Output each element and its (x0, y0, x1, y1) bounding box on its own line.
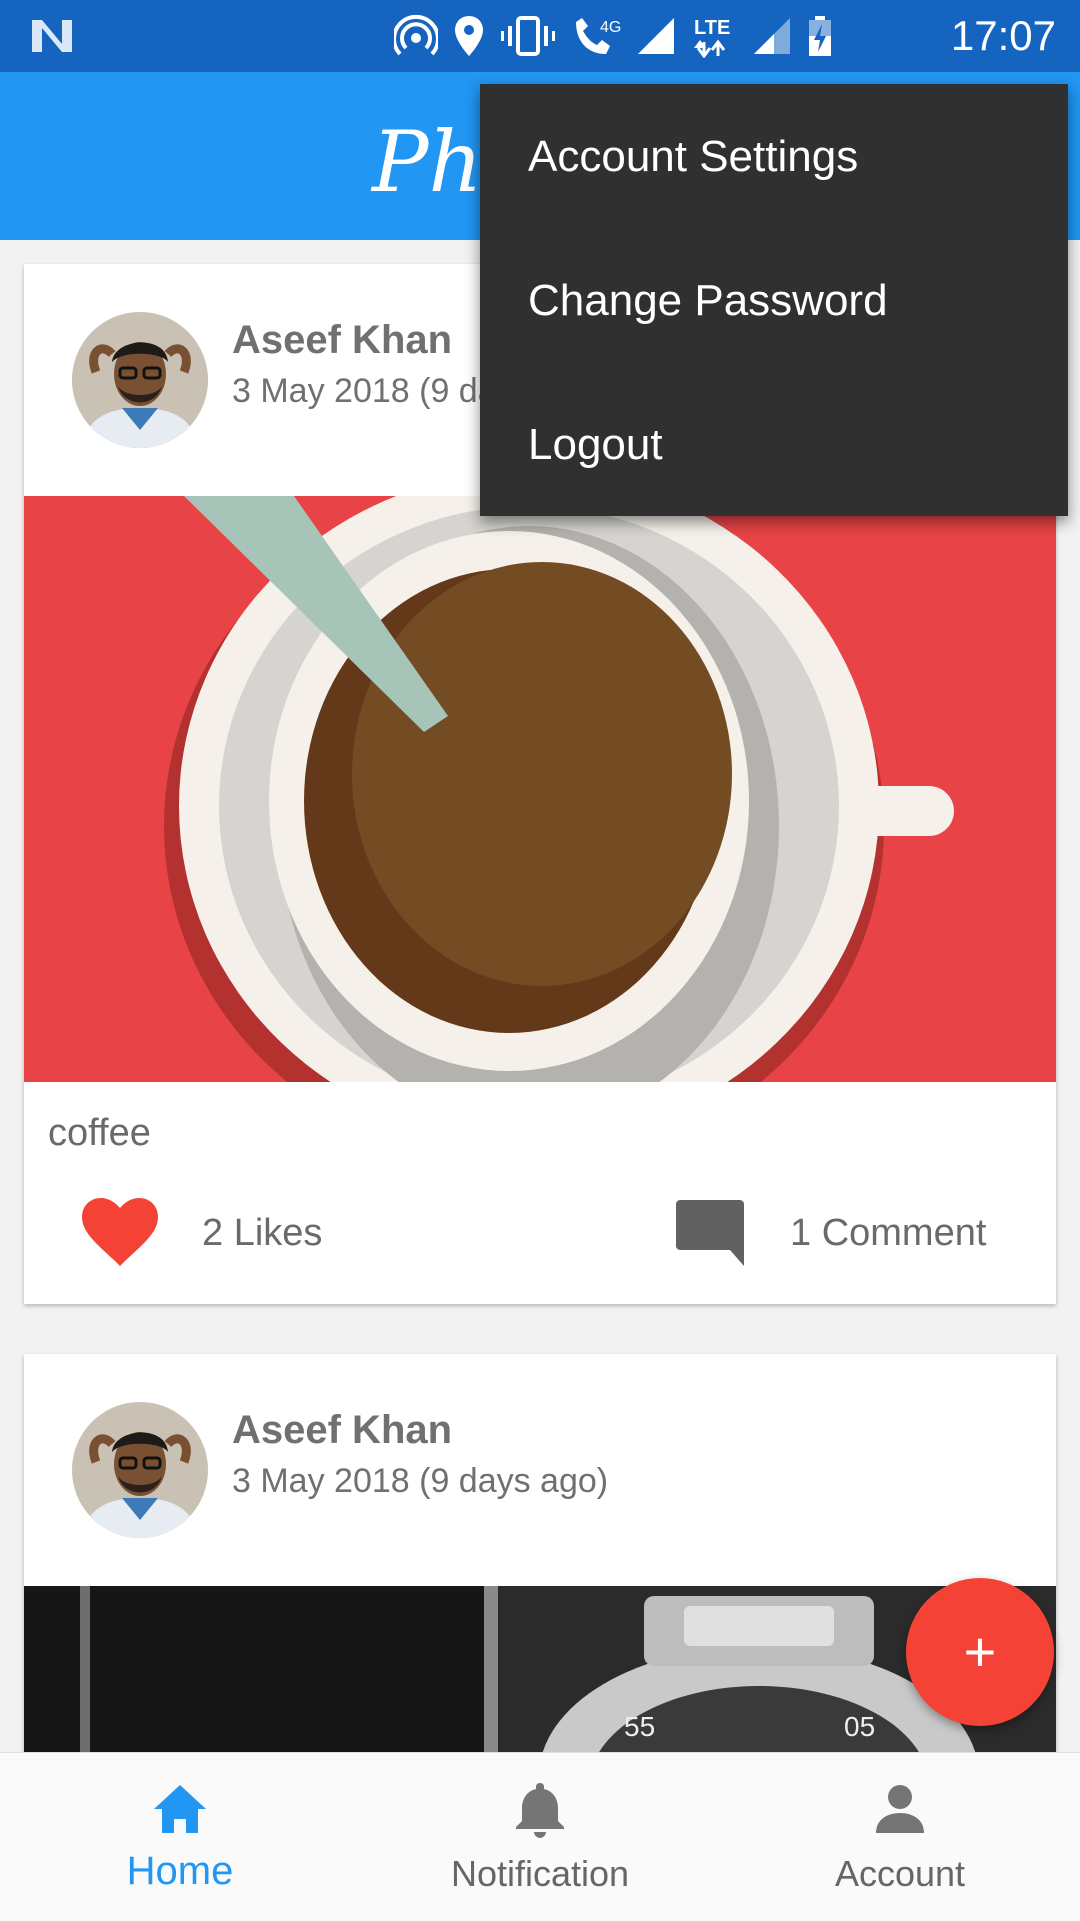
menu-item-label: Change Password (528, 276, 888, 325)
svg-text:LTE: LTE (694, 17, 730, 39)
lte-icon: LTE (694, 17, 730, 58)
svg-text:05: 05 (844, 1711, 875, 1742)
signal-icon (638, 18, 674, 54)
post-caption: coffee (48, 1112, 151, 1154)
signal-weak-icon (754, 18, 790, 54)
hotspot-icon (394, 14, 438, 56)
nav-account-label: Account (834, 1853, 966, 1894)
comments-count[interactable]: 1 Comment (790, 1212, 986, 1255)
post-card[interactable]: Aseef Khan 3 May 2018 (9 days ago) 55 05 (24, 1354, 1056, 1754)
clock: 17:07 (950, 12, 1056, 59)
bell-icon (516, 1783, 564, 1838)
svg-text:4G: 4G (600, 19, 621, 36)
comment-icon[interactable] (676, 1200, 744, 1266)
svg-text:55: 55 (624, 1711, 655, 1742)
nav-account[interactable]: Account (720, 1753, 1080, 1921)
location-icon (455, 16, 483, 56)
heart-icon[interactable] (82, 1198, 158, 1268)
volte-call-icon: 4G (576, 18, 621, 54)
vibrate-icon (501, 16, 555, 56)
nav-notification[interactable]: Notification (360, 1753, 720, 1921)
overflow-menu: Account Settings Change Password Logout (480, 84, 1068, 516)
nav-home[interactable]: Home (0, 1753, 360, 1921)
likes-count[interactable]: 2 Likes (202, 1212, 322, 1255)
post-photo-coffee[interactable] (24, 496, 1056, 1082)
post-author[interactable]: Aseef Khan (232, 1408, 452, 1453)
avatar[interactable] (72, 312, 208, 448)
add-post-button[interactable]: + (906, 1578, 1054, 1726)
person-icon (876, 1785, 924, 1833)
n-logo-icon (32, 20, 72, 52)
nav-notification-label: Notification (450, 1853, 630, 1894)
avatar[interactable] (72, 1402, 208, 1538)
menu-item-label: Logout (528, 420, 663, 469)
menu-item-logout[interactable]: Logout (480, 372, 1068, 516)
battery-charging-icon (809, 16, 831, 56)
bottom-navigation: Home Notification Account (0, 1752, 1080, 1921)
post-photo-watch[interactable]: 55 05 (24, 1586, 1056, 1754)
menu-item-account-settings[interactable]: Account Settings (480, 84, 1068, 228)
nav-home-label: Home (126, 1849, 234, 1893)
post-date: 3 May 2018 (9 days ago) (232, 1462, 609, 1500)
status-icons: 4G LTE (394, 14, 834, 58)
home-icon (154, 1785, 206, 1833)
menu-item-change-password[interactable]: Change Password (480, 228, 1068, 372)
status-bar: 4G LTE 17:07 (0, 0, 1080, 72)
post-author[interactable]: Aseef Khan (232, 318, 452, 363)
menu-item-label: Account Settings (528, 132, 859, 181)
